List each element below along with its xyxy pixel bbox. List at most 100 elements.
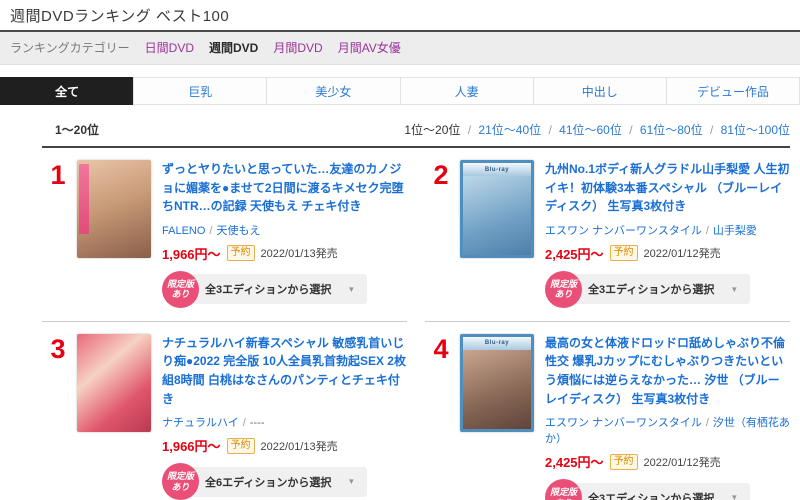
category-label: ランキングカテゴリー — [10, 39, 130, 56]
pagination-separator: / — [548, 123, 551, 137]
cover-thumbnail[interactable]: Blu-ray — [460, 160, 534, 258]
maker-link[interactable]: ナチュラルハイ — [162, 417, 239, 429]
ranking-item-3: 3 ナチュラルハイ新春スペシャル 敏感乳首いじり痴●2022 完全版 10人全員… — [42, 322, 407, 500]
maker-actress-separator: / — [243, 417, 246, 429]
edition-row: 限定版 あり 全3エディションから選択 ▼ — [162, 271, 407, 308]
category-link-weekly-dvd[interactable]: 週間DVD — [209, 39, 258, 56]
product-title-link[interactable]: 九州No.1ボディ新人グラドル山手梨愛 人生初イキ！初体験3本番スペシャル （ブ… — [545, 160, 790, 216]
chevron-down-icon: ▼ — [347, 285, 355, 294]
limited-badge-line1: 限定版 — [550, 487, 577, 497]
release-date: 2022/01/13発売 — [261, 438, 338, 454]
release-date: 2022/01/12発売 — [644, 245, 721, 261]
maker-line: FALENO / 天使もえ — [162, 222, 407, 238]
category-link-monthly-dvd[interactable]: 月間DVD — [273, 39, 322, 56]
category-link-daily-dvd[interactable]: 日間DVD — [145, 39, 194, 56]
pagination-separator: / — [710, 123, 713, 137]
pagination-link-41-60[interactable]: 41位〜60位 — [559, 123, 622, 137]
product-title-link[interactable]: ずっとヤりたいと思っていた…友達のカノジョに媚薬を●ませて2日間に渡るキメセク完… — [162, 160, 407, 216]
price-line: 2,425円〜 予約 2022/01/12発売 — [545, 452, 790, 471]
reserve-badge: 予約 — [227, 245, 255, 261]
price-line: 1,966円〜 予約 2022/01/13発売 — [162, 244, 407, 263]
pagination-link-21-40[interactable]: 21位〜40位 — [478, 123, 541, 137]
tab-kyonyu[interactable]: 巨乳 — [133, 77, 267, 105]
pagination-link-61-80[interactable]: 61位〜80位 — [640, 123, 703, 137]
price: 2,425円〜 — [545, 452, 604, 471]
bluray-logo: Blu-ray — [463, 163, 531, 176]
cover-thumbnail[interactable] — [77, 160, 151, 258]
maker-actress-separator: / — [706, 417, 709, 429]
release-date: 2022/01/12発売 — [644, 454, 721, 470]
chevron-down-icon: ▼ — [347, 477, 355, 486]
item-info: 九州No.1ボディ新人グラドル山手梨愛 人生初イキ！初体験3本番スペシャル （ブ… — [545, 160, 790, 308]
pagination-separator: / — [629, 123, 632, 137]
limited-badge-line1: 限定版 — [167, 471, 194, 481]
rank-number: 4 — [425, 334, 457, 500]
tab-bishojo[interactable]: 美少女 — [266, 77, 400, 105]
actress-placeholder: ---- — [250, 417, 265, 429]
actress-link[interactable]: 天使もえ — [216, 225, 260, 237]
maker-line: エスワン ナンバーワンスタイル / 山手梨愛 — [545, 222, 790, 238]
pagination-link-1-20: 1位〜20位 — [404, 123, 460, 137]
price-line: 1,966円〜 予約 2022/01/13発売 — [162, 436, 407, 455]
rank-number: 1 — [42, 160, 74, 308]
edition-row: 限定版 あり 全3エディションから選択 ▼ — [545, 479, 790, 500]
edition-select[interactable]: 全3エディションから選択 ▼ — [570, 274, 750, 304]
product-title-link[interactable]: 最高の女と体液ドロッドロ舐めしゃぶり不倫性交 爆乳Jカップにむしゃぶりつきたいと… — [545, 334, 790, 408]
edition-select-label: 全3エディションから選択 — [205, 281, 331, 297]
tab-hitozuma[interactable]: 人妻 — [400, 77, 534, 105]
maker-link[interactable]: FALENO — [162, 225, 205, 237]
limited-badge-line1: 限定版 — [167, 279, 194, 289]
cover-photo — [463, 176, 531, 255]
range-heading: 1〜20位 — [55, 121, 99, 138]
edition-select[interactable]: 全3エディションから選択 ▼ — [570, 483, 750, 500]
ranking-content: 1〜20位 1位〜20位 / 21位〜40位 / 41位〜60位 / 61位〜8… — [42, 121, 790, 500]
actress-link[interactable]: 山手梨愛 — [713, 225, 757, 237]
rank-number: 2 — [425, 160, 457, 308]
list-head: 1〜20位 1位〜20位 / 21位〜40位 / 41位〜60位 / 61位〜8… — [42, 121, 790, 138]
maker-link[interactable]: エスワン ナンバーワンスタイル — [545, 225, 702, 237]
genre-tabs: 全て 巨乳 美少女 人妻 中出し デビュー作品 — [0, 77, 800, 105]
ranking-item-1: 1 ずっとヤりたいと思っていた…友達のカノジョに媚薬を●ませて2日間に渡るキメセ… — [42, 148, 407, 322]
maker-actress-separator: / — [706, 225, 709, 237]
edition-select-label: 全3エディションから選択 — [588, 490, 714, 500]
pagination: 1位〜20位 / 21位〜40位 / 41位〜60位 / 61位〜80位 / 8… — [404, 121, 790, 138]
edition-select-label: 全6エディションから選択 — [205, 474, 331, 490]
reserve-badge: 予約 — [227, 438, 255, 454]
limited-badge-line2: あり — [171, 482, 189, 492]
edition-select[interactable]: 全6エディションから選択 ▼ — [187, 467, 367, 497]
cover-photo — [463, 350, 531, 429]
edition-row: 限定版 あり 全3エディションから選択 ▼ — [545, 271, 790, 308]
cover-thumbnail[interactable]: Blu-ray — [460, 334, 534, 432]
ranking-item-4: 4 Blu-ray 最高の女と体液ドロッドロ舐めしゃぶり不倫性交 爆乳Jカップに… — [425, 322, 790, 500]
price: 2,425円〜 — [545, 244, 604, 263]
limited-badge-line1: 限定版 — [550, 279, 577, 289]
category-link-monthly-actress[interactable]: 月間AV女優 — [338, 39, 401, 56]
chevron-down-icon: ▼ — [730, 493, 738, 500]
edition-select-label: 全3エディションから選択 — [588, 281, 714, 297]
pagination-link-81-100[interactable]: 81位〜100位 — [721, 123, 790, 137]
maker-line: エスワン ナンバーワンスタイル/汐世（有栖花あか） — [545, 414, 790, 446]
tab-all[interactable]: 全て — [0, 77, 134, 105]
product-title-link[interactable]: ナチュラルハイ新春スペシャル 敏感乳首いじり痴●2022 完全版 10人全員乳首… — [162, 334, 407, 408]
tab-debut[interactable]: デビュー作品 — [666, 77, 800, 105]
item-info: ナチュラルハイ新春スペシャル 敏感乳首いじり痴●2022 完全版 10人全員乳首… — [162, 334, 407, 500]
maker-actress-separator: / — [209, 225, 212, 237]
ranking-item-2: 2 Blu-ray 九州No.1ボディ新人グラドル山手梨愛 人生初イキ！初体験3… — [425, 148, 790, 322]
item-info: 最高の女と体液ドロッドロ舐めしゃぶり不倫性交 爆乳Jカップにむしゃぶりつきたいと… — [545, 334, 790, 500]
maker-line: ナチュラルハイ / ---- — [162, 414, 407, 430]
chevron-down-icon: ▼ — [730, 285, 738, 294]
limited-edition-badge: 限定版 あり — [545, 271, 582, 308]
limited-edition-badge: 限定版 あり — [162, 463, 199, 500]
pagination-separator: / — [468, 123, 471, 137]
price-line: 2,425円〜 予約 2022/01/12発売 — [545, 244, 790, 263]
rank-number: 3 — [42, 334, 74, 500]
tab-nakadashi[interactable]: 中出し — [533, 77, 667, 105]
maker-link[interactable]: エスワン ナンバーワンスタイル — [545, 417, 702, 429]
reserve-badge: 予約 — [610, 454, 638, 470]
limited-edition-badge: 限定版 あり — [162, 271, 199, 308]
edition-select[interactable]: 全3エディションから選択 ▼ — [187, 274, 367, 304]
release-date: 2022/01/13発売 — [261, 245, 338, 261]
item-info: ずっとヤりたいと思っていた…友達のカノジョに媚薬を●ませて2日間に渡るキメセク完… — [162, 160, 407, 308]
limited-badge-line2: あり — [554, 289, 572, 299]
cover-thumbnail[interactable] — [77, 334, 151, 432]
